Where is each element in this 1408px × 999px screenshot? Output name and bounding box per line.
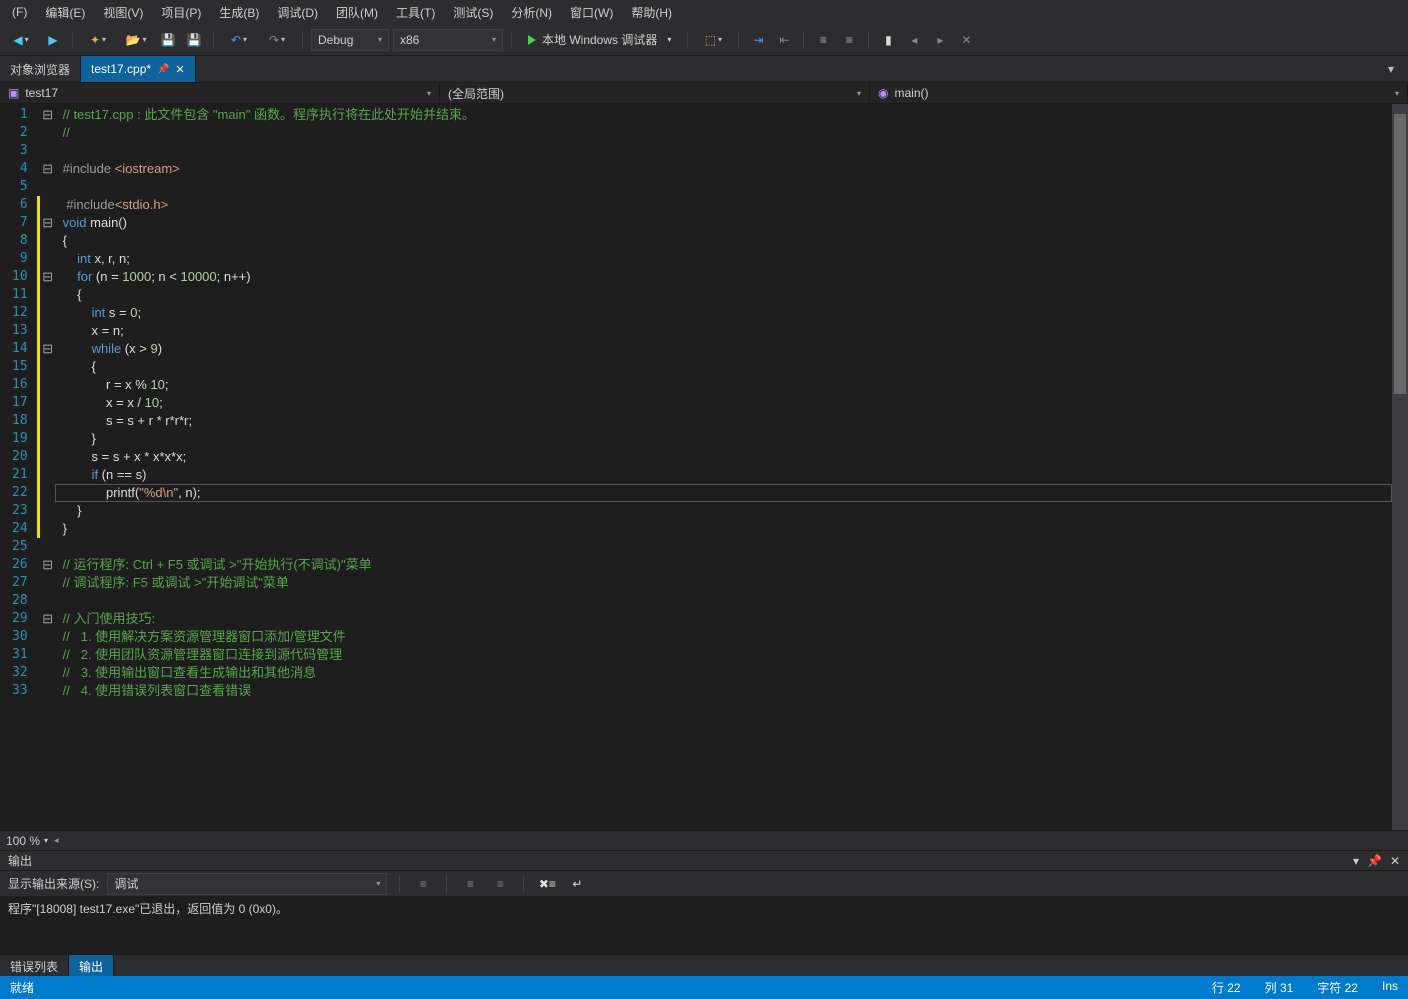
status-ins: Ins <box>1382 979 1398 996</box>
menu-item[interactable]: 窗口(W) <box>562 2 621 23</box>
nav-forward-button[interactable]: ▶ <box>42 29 64 51</box>
tabs-overflow-button[interactable]: ▾ <box>1380 58 1402 80</box>
status-char: 字符 22 <box>1317 979 1358 996</box>
close-icon[interactable]: ✕ <box>176 63 185 76</box>
tab-object-browser[interactable]: 对象浏览器 <box>0 56 81 82</box>
status-ready: 就绪 <box>10 979 34 996</box>
output-btn-2: ≡ <box>459 873 481 895</box>
output-source-label: 显示输出来源(S): <box>8 875 99 892</box>
step-over-button: ⇤ <box>773 29 795 51</box>
toolbar: ◀▾ ▶ ✦▾ 📂▾ 💾 💾 ↶▾ ↷▾ Debug▾ x86▾ 本地 Wind… <box>0 24 1408 56</box>
nav-scope[interactable]: (全局范围)▾ <box>440 83 870 103</box>
panel-pin-icon[interactable]: 📌 <box>1367 854 1382 868</box>
project-icon: ▣ <box>8 86 19 100</box>
nav-project[interactable]: ▣ test17▾ <box>0 83 440 103</box>
indent-left-button[interactable]: ≡ <box>812 29 834 51</box>
zoom-bar: 100 %▾ ◂ <box>0 830 1408 850</box>
next-bookmark-button: ▸ <box>929 29 951 51</box>
menu-item[interactable]: 团队(M) <box>328 2 386 23</box>
start-debug-button[interactable]: 本地 Windows 调试器▾ <box>520 29 679 51</box>
status-col: 列 31 <box>1265 979 1294 996</box>
nav-function[interactable]: ◉ main()▾ <box>870 83 1408 103</box>
config-combo[interactable]: Debug▾ <box>311 29 389 51</box>
panel-menu-icon[interactable]: ▾ <box>1353 854 1359 868</box>
fold-column[interactable]: ⊟ ⊟ ⊟ ⊟ ⊟ ⊟ ⊟ <box>41 104 55 830</box>
zoom-value[interactable]: 100 % <box>6 834 40 848</box>
menu-item[interactable]: 分析(N) <box>503 2 560 23</box>
line-numbers: 1234567891011121314151617181920212223242… <box>0 104 36 830</box>
code-editor[interactable]: 1234567891011121314151617181920212223242… <box>0 104 1408 830</box>
output-wrap-button[interactable]: ↵ <box>566 873 588 895</box>
save-all-button[interactable]: 💾 <box>183 29 205 51</box>
prev-bookmark-button: ◂ <box>903 29 925 51</box>
panel-close-icon[interactable]: ✕ <box>1390 854 1400 868</box>
indent-right-button[interactable]: ≡ <box>838 29 860 51</box>
status-bar: 就绪 行 22 列 31 字符 22 Ins <box>0 976 1408 999</box>
bookmark-button[interactable]: ▮ <box>877 29 899 51</box>
tab-active-file[interactable]: test17.cpp* 📌 ✕ <box>81 56 196 82</box>
status-line: 行 22 <box>1212 979 1241 996</box>
menu-item[interactable]: (F) <box>4 3 35 21</box>
output-btn-1: ≡ <box>412 873 434 895</box>
horiz-scroll-left[interactable]: ◂ <box>54 835 59 846</box>
menu-item[interactable]: 项目(P) <box>153 2 209 23</box>
output-panel-header: 输出 ▾ 📌 ✕ <box>0 850 1408 870</box>
nav-back-button[interactable]: ◀▾ <box>4 29 38 51</box>
output-toolbar: 显示输出来源(S): 调试▾ ≡ ≡ ≡ ✖≡ ↵ <box>0 870 1408 896</box>
save-button[interactable]: 💾 <box>157 29 179 51</box>
new-item-button[interactable]: ✦▾ <box>81 29 115 51</box>
menu-item[interactable]: 视图(V) <box>95 2 151 23</box>
menu-item[interactable]: 工具(T) <box>388 2 443 23</box>
output-clear-button[interactable]: ✖≡ <box>536 873 558 895</box>
menubar: (F)编辑(E)视图(V)项目(P)生成(B)调试(D)团队(M)工具(T)测试… <box>0 0 1408 24</box>
code-navbar: ▣ test17▾ (全局范围)▾ ◉ main()▾ <box>0 82 1408 104</box>
function-icon: ◉ <box>878 86 888 100</box>
output-source-combo[interactable]: 调试▾ <box>107 873 387 895</box>
redo-button[interactable]: ↷▾ <box>260 29 294 51</box>
platform-combo[interactable]: x86▾ <box>393 29 503 51</box>
clear-bookmark-button: ✕ <box>955 29 977 51</box>
tab-error-list[interactable]: 错误列表 <box>0 955 69 976</box>
menu-item[interactable]: 生成(B) <box>211 2 267 23</box>
tab-output[interactable]: 输出 <box>69 955 114 976</box>
open-button[interactable]: 📂▾ <box>119 29 153 51</box>
pin-icon[interactable]: 📌 <box>157 64 169 75</box>
bottom-panel-tabs: 错误列表 输出 <box>0 954 1408 976</box>
code-area[interactable]: // test17.cpp : 此文件包含 "main" 函数。程序执行将在此处… <box>55 104 1392 830</box>
output-title: 输出 <box>8 852 32 869</box>
step-into-button[interactable]: ⇥ <box>747 29 769 51</box>
menu-item[interactable]: 帮助(H) <box>623 2 680 23</box>
tool-a-button[interactable]: ⬚▾ <box>696 29 730 51</box>
output-btn-3: ≡ <box>489 873 511 895</box>
document-tabs: 对象浏览器 test17.cpp* 📌 ✕ ▾ <box>0 56 1408 82</box>
menu-item[interactable]: 调试(D) <box>269 2 326 23</box>
output-text[interactable]: 程序"[18008] test17.exe"已退出，返回值为 0 (0x0)。 <box>0 896 1408 954</box>
menu-item[interactable]: 测试(S) <box>445 2 501 23</box>
vertical-scrollbar[interactable] <box>1392 104 1408 830</box>
menu-item[interactable]: 编辑(E) <box>37 2 93 23</box>
undo-button[interactable]: ↶▾ <box>222 29 256 51</box>
play-icon <box>528 35 536 45</box>
